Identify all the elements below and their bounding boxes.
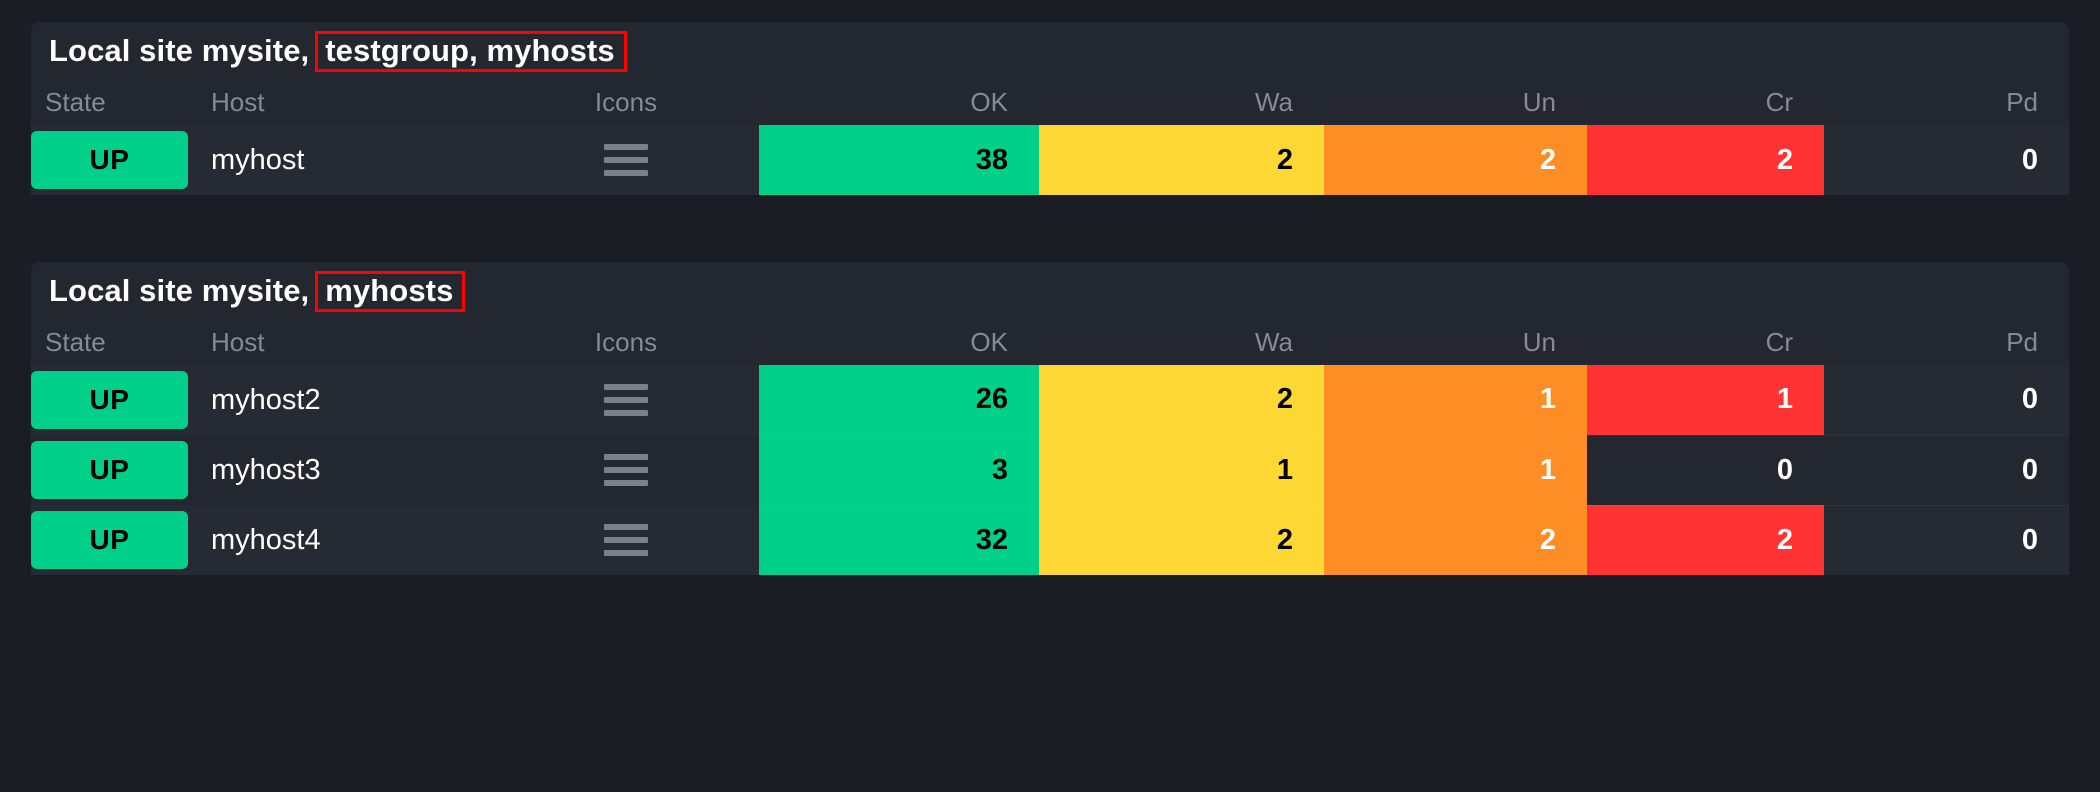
services-pending-count[interactable]: 0 — [1824, 365, 2069, 435]
column-header-pd[interactable]: Pd — [1824, 80, 2069, 125]
column-header-un[interactable]: Un — [1324, 80, 1587, 125]
host-table: State Host Icons OK Wa Un Cr Pd UP myhos… — [31, 320, 2069, 575]
services-warning-count[interactable]: 2 — [1039, 504, 1324, 575]
host-name-link[interactable]: myhost — [197, 125, 493, 195]
column-header-host[interactable]: Host — [197, 320, 493, 365]
hamburger-menu-icon[interactable] — [604, 454, 648, 486]
services-unknown-count[interactable]: 2 — [1324, 125, 1587, 195]
services-critical-count[interactable]: 0 — [1587, 434, 1824, 505]
view-title: Local site mysite, myhosts — [31, 262, 2069, 320]
view-title-context-highlighted: myhosts — [315, 270, 466, 312]
table-body: UP myhost2 26 2 1 1 0 UP myhost3 3 1 1 0… — [31, 365, 2069, 575]
column-header-icons[interactable]: Icons — [493, 80, 759, 125]
hamburger-menu-icon[interactable] — [604, 384, 648, 416]
view-title-context-highlighted: testgroup, myhosts — [315, 30, 627, 72]
host-name-link[interactable]: myhost2 — [197, 365, 493, 435]
table-row[interactable]: UP myhost3 3 1 1 0 0 — [31, 434, 2069, 505]
table-row[interactable]: UP myhost4 32 2 2 2 0 — [31, 504, 2069, 575]
services-ok-count[interactable]: 38 — [759, 125, 1039, 195]
column-header-wa[interactable]: Wa — [1039, 80, 1324, 125]
view-title-prefix: Local site mysite, — [49, 33, 310, 68]
table-header-row: State Host Icons OK Wa Un Cr Pd — [31, 80, 2069, 125]
services-critical-count[interactable]: 1 — [1587, 365, 1824, 435]
host-state-cell: UP — [31, 125, 197, 195]
column-header-ok[interactable]: OK — [759, 80, 1039, 125]
column-header-cr[interactable]: Cr — [1587, 320, 1824, 365]
table-header-row: State Host Icons OK Wa Un Cr Pd — [31, 320, 2069, 365]
status-badge[interactable]: UP — [31, 441, 188, 499]
host-state-cell: UP — [31, 435, 197, 505]
services-unknown-count[interactable]: 1 — [1324, 434, 1587, 505]
dashboard-page: Local site mysite, testgroup, myhosts St… — [0, 0, 2100, 792]
services-pending-count[interactable]: 0 — [1824, 434, 2069, 505]
column-header-ok[interactable]: OK — [759, 320, 1039, 365]
status-badge[interactable]: UP — [31, 511, 188, 569]
table-body: UP myhost 38 2 2 2 0 — [31, 125, 2069, 195]
column-header-state[interactable]: State — [31, 320, 197, 365]
column-header-cr[interactable]: Cr — [1587, 80, 1824, 125]
column-header-host[interactable]: Host — [197, 80, 493, 125]
services-pending-count[interactable]: 0 — [1824, 504, 2069, 575]
services-unknown-count[interactable]: 2 — [1324, 504, 1587, 575]
host-icons-cell — [493, 125, 759, 195]
services-ok-count[interactable]: 3 — [759, 434, 1039, 505]
column-header-icons[interactable]: Icons — [493, 320, 759, 365]
view-title-prefix: Local site mysite, — [49, 273, 310, 308]
host-icons-cell — [493, 365, 759, 435]
services-ok-count[interactable]: 32 — [759, 504, 1039, 575]
host-name-link[interactable]: myhost3 — [197, 435, 493, 505]
host-table: State Host Icons OK Wa Un Cr Pd UP myhos… — [31, 80, 2069, 195]
hamburger-menu-icon[interactable] — [604, 524, 648, 556]
host-view-block: Local site mysite, testgroup, myhosts St… — [31, 22, 2069, 195]
table-row[interactable]: UP myhost2 26 2 1 1 0 — [31, 365, 2069, 435]
host-icons-cell — [493, 435, 759, 505]
services-ok-count[interactable]: 26 — [759, 365, 1039, 435]
status-badge[interactable]: UP — [31, 371, 188, 429]
services-warning-count[interactable]: 2 — [1039, 125, 1324, 195]
table-header: State Host Icons OK Wa Un Cr Pd — [31, 320, 2069, 365]
status-badge[interactable]: UP — [31, 131, 188, 189]
services-critical-count[interactable]: 2 — [1587, 125, 1824, 195]
column-header-wa[interactable]: Wa — [1039, 320, 1324, 365]
hamburger-menu-icon[interactable] — [604, 144, 648, 176]
host-state-cell: UP — [31, 365, 197, 435]
table-row[interactable]: UP myhost 38 2 2 2 0 — [31, 125, 2069, 195]
host-state-cell: UP — [31, 505, 197, 575]
services-pending-count[interactable]: 0 — [1824, 125, 2069, 195]
column-header-state[interactable]: State — [31, 80, 197, 125]
services-warning-count[interactable]: 1 — [1039, 434, 1324, 505]
view-title: Local site mysite, testgroup, myhosts — [31, 22, 2069, 80]
services-warning-count[interactable]: 2 — [1039, 365, 1324, 435]
services-critical-count[interactable]: 2 — [1587, 504, 1824, 575]
table-header: State Host Icons OK Wa Un Cr Pd — [31, 80, 2069, 125]
column-header-pd[interactable]: Pd — [1824, 320, 2069, 365]
services-unknown-count[interactable]: 1 — [1324, 365, 1587, 435]
host-icons-cell — [493, 505, 759, 575]
host-name-link[interactable]: myhost4 — [197, 505, 493, 575]
host-view-block: Local site mysite, myhosts State Host Ic… — [31, 262, 2069, 575]
column-header-un[interactable]: Un — [1324, 320, 1587, 365]
